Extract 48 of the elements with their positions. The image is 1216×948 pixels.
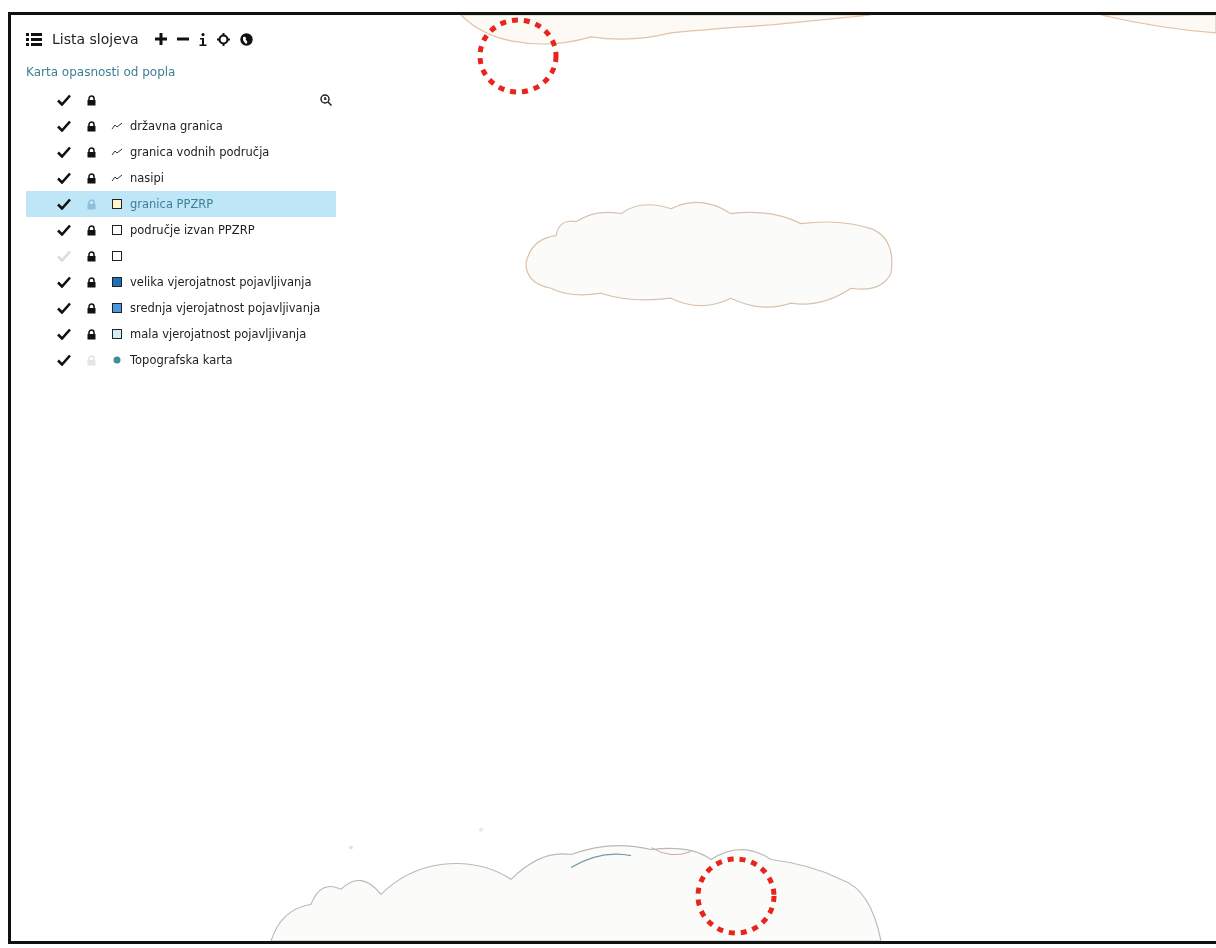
- lock-icon[interactable]: [86, 120, 96, 132]
- lock-icon[interactable]: [86, 172, 96, 184]
- layer-label: granica PPZRP: [130, 197, 214, 211]
- lock-icon[interactable]: [86, 224, 96, 236]
- checkmark-icon[interactable]: [56, 328, 72, 340]
- layer-label: nasipi: [130, 171, 165, 185]
- add-icon[interactable]: [154, 33, 167, 45]
- checkmark-icon[interactable]: [56, 120, 72, 132]
- checkmark-icon[interactable]: [56, 276, 72, 288]
- layer-label: područje izvan PPZRP: [130, 223, 255, 237]
- layer-label: velika vjerojatnost pojavljivanja: [130, 275, 312, 289]
- layer-label: srednja vjerojatnost pojavljivanja: [130, 301, 321, 315]
- layer-label: Topografska karta: [130, 353, 233, 367]
- info-icon[interactable]: [198, 32, 207, 46]
- lock-icon[interactable]: [86, 94, 96, 106]
- layer-label: državna granica: [130, 119, 223, 133]
- checkmark-icon[interactable]: [56, 198, 72, 210]
- checkmark-icon[interactable]: [56, 94, 72, 106]
- layer-row[interactable]: državna granica: [26, 113, 336, 139]
- checkmark-icon[interactable]: [56, 224, 72, 236]
- panel-title: Lista slojeva: [52, 31, 139, 47]
- zoom-icon[interactable]: [320, 94, 332, 106]
- layer-label: mala vjerojatnost pojavljivanja: [130, 327, 307, 341]
- lock-icon[interactable]: [86, 250, 96, 262]
- layer-row[interactable]: granica vodnih područja: [26, 139, 336, 165]
- lock-icon[interactable]: [86, 146, 96, 158]
- list-icon: [26, 32, 42, 46]
- layer-label: granica vodnih područja: [130, 145, 270, 159]
- crosshair-icon[interactable]: [216, 32, 230, 46]
- layer-row[interactable]: srednja vjerojatnost pojavljivanja: [26, 295, 336, 321]
- group-title[interactable]: Karta opasnosti od popla: [26, 65, 336, 79]
- line-symbol-icon: [111, 148, 123, 156]
- lock-icon[interactable]: [86, 276, 96, 288]
- layer-row[interactable]: nasipi: [26, 165, 336, 191]
- layer-row[interactable]: područje izvan PPZRP: [26, 217, 336, 243]
- globe-icon[interactable]: [239, 32, 253, 46]
- layer-row[interactable]: granica PPZRP: [26, 191, 336, 217]
- checkmark-icon[interactable]: [56, 302, 72, 314]
- checkmark-icon[interactable]: [56, 354, 72, 366]
- line-symbol-icon: [111, 122, 123, 130]
- lock-icon[interactable]: [86, 302, 96, 314]
- layer-row[interactable]: velika vjerojatnost pojavljivanja: [26, 269, 336, 295]
- checkmark-icon[interactable]: [56, 146, 72, 158]
- lock-icon[interactable]: [86, 328, 96, 340]
- layer-row[interactable]: mala vjerojatnost pojavljivanja: [26, 321, 336, 347]
- checkmark-icon[interactable]: [56, 172, 72, 184]
- layer-row[interactable]: Topografska karta: [26, 347, 336, 373]
- line-symbol-icon: [111, 174, 123, 182]
